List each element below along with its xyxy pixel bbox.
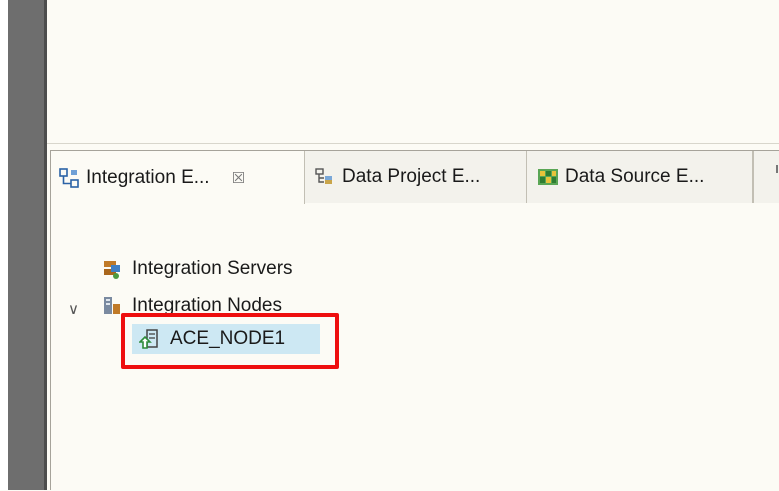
data-source-icon [538,169,558,185]
annotation-highlight-box [121,313,339,369]
tab-integration-explorer[interactable]: Integration E... ☒ [51,151,305,204]
tab-label: Data Source E... [565,166,705,187]
explorer-tree: Integration Servers ∨ Integration Nodes … [51,203,779,491]
view-tab-bar: Integration E... ☒ Data Project E... Dat… [51,151,779,204]
integration-nodes-icon [104,297,120,314]
tree-item-label: Integration Servers [132,258,293,279]
integration-servers-icon [104,261,120,279]
chevron-down-icon[interactable]: ∨ [68,300,79,318]
integration-explorer-icon [59,167,79,188]
editor-area [47,0,779,144]
tab-label: Data Project E... [342,166,481,187]
side-panel [8,0,44,490]
integration-explorer-view: Integration E... ☒ Data Project E... Dat… [50,150,779,490]
tab-data-source-explorer[interactable]: Data Source E... [527,151,753,203]
tree-item-integration-servers[interactable]: Integration Servers [101,258,293,280]
tab-overflow[interactable] [753,151,779,203]
tab-data-project-explorer[interactable]: Data Project E... [305,151,527,203]
tab-label: Integration E... [86,166,210,188]
data-project-icon [315,168,332,184]
window-edge [0,0,8,490]
close-icon[interactable]: ☒ [232,169,245,187]
